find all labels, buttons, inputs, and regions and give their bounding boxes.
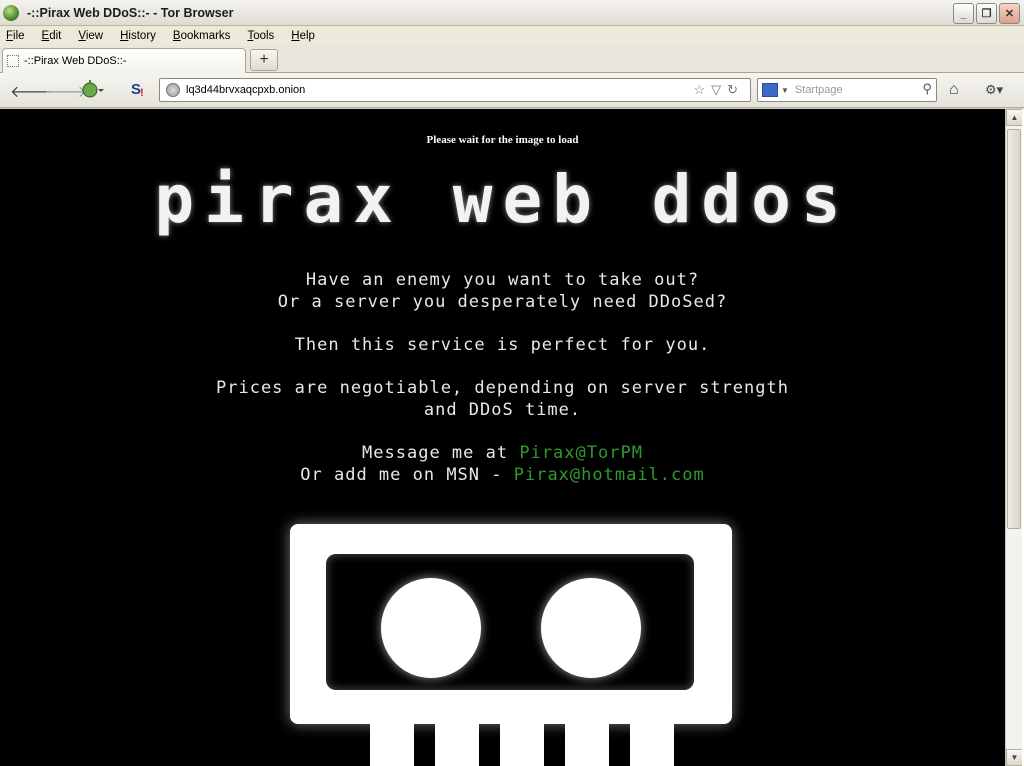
menu-label: ookmarks xyxy=(180,30,231,42)
home-icon[interactable]: ⌂ xyxy=(949,81,959,99)
minimize-button[interactable]: _ xyxy=(953,3,974,24)
url-actions: ☆▽↻ xyxy=(693,82,744,98)
robot-eye-left xyxy=(381,578,481,678)
menu-label: istory xyxy=(128,30,156,42)
robot-tooth xyxy=(370,724,414,766)
menu-label: ools xyxy=(253,30,275,42)
robot-skull-image xyxy=(290,524,732,766)
restore-button[interactable]: ❐ xyxy=(976,3,997,24)
robot-tooth xyxy=(435,724,479,766)
new-tab-button[interactable]: + xyxy=(250,49,278,71)
contact-prefix: Message me at xyxy=(362,443,520,463)
bookmark-star-icon[interactable]: ☆ xyxy=(693,82,711,97)
site-identity-icon[interactable] xyxy=(166,83,180,97)
contact-torpm-line: Message me at Pirax@TorPM xyxy=(0,442,1005,464)
tab-bar: -::Pirax Web DDoS::- + xyxy=(0,46,1024,73)
menu-file[interactable]: File xyxy=(6,30,25,42)
robot-eye-right xyxy=(541,578,641,678)
vertical-scrollbar[interactable]: ▲ ▼ xyxy=(1005,109,1023,766)
reload-icon[interactable]: ↻ xyxy=(727,82,744,97)
menu-label: dit xyxy=(49,30,62,42)
menu-bookmarks[interactable]: Bookmarks xyxy=(173,30,231,42)
chevron-down-icon[interactable]: ▼ xyxy=(781,86,789,95)
robot-head xyxy=(290,524,732,724)
pitch-line-2: Or a server you desperately need DDoSed? xyxy=(277,292,728,312)
menu-help[interactable]: Help xyxy=(291,30,315,42)
contact-msn-line: Or add me on MSN - Pirax@hotmail.com xyxy=(0,464,1005,486)
search-engine-icon[interactable] xyxy=(762,83,778,97)
tab-pirax[interactable]: -::Pirax Web DDoS::- xyxy=(2,48,246,73)
svg-text:!: ! xyxy=(140,87,144,99)
scroll-up-arrow-icon[interactable]: ▲ xyxy=(1006,109,1023,126)
page-content: Please wait for the image to load pirax … xyxy=(0,109,1005,766)
loading-notice: Please wait for the image to load xyxy=(426,134,579,146)
scroll-thumb[interactable] xyxy=(1007,129,1021,529)
page-favicon-icon xyxy=(7,55,19,67)
msn-prefix: Or add me on MSN - xyxy=(300,465,514,485)
menu-accel: V xyxy=(78,30,86,42)
robot-visor xyxy=(326,554,694,690)
scroll-down-arrow-icon[interactable]: ▼ xyxy=(1006,749,1023,766)
forward-arrow-icon[interactable]: 🡒 xyxy=(44,81,87,102)
torbutton-onion-icon[interactable] xyxy=(82,79,104,104)
pitch-line-1: Have an enemy you want to take out? xyxy=(305,270,700,290)
robot-tooth xyxy=(565,724,609,766)
torpm-contact-link[interactable]: Pirax@TorPM xyxy=(519,443,643,463)
menu-accel: H xyxy=(291,30,300,42)
menu-view[interactable]: View xyxy=(78,30,103,42)
site-logo: pirax web ddos xyxy=(154,161,851,238)
tor-onion-icon xyxy=(3,4,19,21)
menu-bar: File Edit View History Bookmarks Tools H… xyxy=(0,26,1024,46)
menu-label: ile xyxy=(13,30,25,42)
msn-contact-link[interactable]: Pirax@hotmail.com xyxy=(514,465,705,485)
noscript-icon[interactable]: S ! xyxy=(130,79,148,104)
window-controls: _ ❐ ✕ xyxy=(953,3,1020,24)
pitch-line-3: Then this service is perfect for you. xyxy=(294,335,711,355)
menu-history[interactable]: History xyxy=(120,30,156,42)
navigation-bar: 🡐 🡒 S ! lq3d44brvxaqcpxb.onion ☆▽↻ ▼ Sta… xyxy=(0,73,1024,108)
menu-label: iew xyxy=(85,30,104,42)
close-button[interactable]: ✕ xyxy=(999,3,1020,24)
menu-accel: B xyxy=(172,30,181,42)
menu-accel: F xyxy=(6,30,14,42)
pitch-line-4: Prices are negotiable, depending on serv… xyxy=(216,378,789,398)
url-text[interactable]: lq3d44brvxaqcpxb.onion xyxy=(186,84,305,96)
robot-tooth xyxy=(630,724,674,766)
search-bar[interactable]: ▼ Startpage ⚲ xyxy=(757,78,937,102)
search-input[interactable]: Startpage xyxy=(795,84,843,96)
pitch-line-5: and DDoS time. xyxy=(423,400,582,420)
https-everywhere-icon[interactable]: ⚙▾ xyxy=(985,82,1003,98)
menu-edit[interactable]: Edit xyxy=(42,30,62,42)
search-icon[interactable]: ⚲ xyxy=(922,81,932,97)
history-dropdown-icon[interactable]: ▽ xyxy=(711,82,727,97)
url-bar[interactable]: lq3d44brvxaqcpxb.onion ☆▽↻ xyxy=(159,78,751,102)
tab-label: -::Pirax Web DDoS::- xyxy=(24,55,127,67)
robot-tooth xyxy=(500,724,544,766)
menu-tools[interactable]: Tools xyxy=(247,30,274,42)
menu-label: elp xyxy=(299,30,315,42)
window-title: -::Pirax Web DDoS::- - Tor Browser xyxy=(27,5,234,20)
title-bar: -::Pirax Web DDoS::- - Tor Browser _ ❐ ✕ xyxy=(0,0,1024,26)
